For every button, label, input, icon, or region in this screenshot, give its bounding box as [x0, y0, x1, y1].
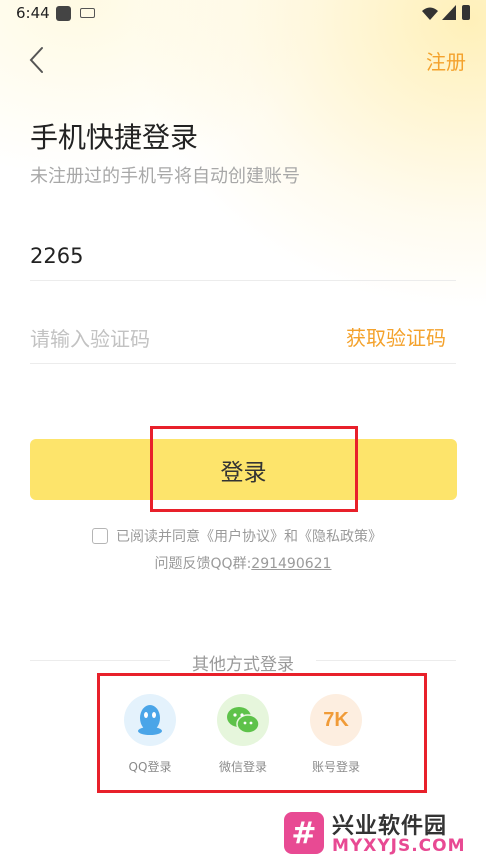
register-link[interactable]: 注册 [426, 46, 466, 75]
get-code-button[interactable]: 获取验证码 [346, 322, 446, 351]
agreement-and: 和 [284, 529, 298, 545]
phone-input[interactable] [30, 232, 456, 281]
battery-icon [462, 5, 470, 20]
page-title: 手机快捷登录 [30, 121, 199, 154]
chevron-left-icon [29, 47, 43, 73]
verification-code-input[interactable] [30, 316, 320, 362]
wifi-icon [422, 6, 438, 25]
signal-icon [442, 5, 456, 24]
keyboard-icon [80, 8, 95, 18]
agree-checkbox[interactable] [92, 528, 108, 544]
divider-right [316, 660, 456, 661]
social-highlight-box [97, 673, 427, 793]
login-highlight-box [150, 426, 358, 512]
code-input-divider [30, 363, 456, 364]
back-button[interactable] [26, 44, 50, 76]
feedback-row: 问题反馈QQ群:291490621 [0, 553, 486, 573]
qq-group-link[interactable]: 291490621 [251, 556, 331, 572]
watermark-en-text: MYXYJS.COM [332, 836, 466, 856]
watermark-logo-icon: # [284, 812, 324, 854]
agreement-row: 已阅读并同意 《用户协议》 和 《隐私政策》 [92, 526, 382, 546]
other-login-title: 其他方式登录 [192, 655, 294, 675]
feedback-label: 问题反馈QQ群: [154, 556, 252, 572]
page-subtitle: 未注册过的手机号将自动创建账号 [30, 166, 300, 187]
status-bar: 6:44 [0, 0, 486, 28]
app-notification-icon [56, 6, 71, 21]
user-agreement-link[interactable]: 《用户协议》 [200, 526, 284, 546]
agreement-prefix: 已阅读并同意 [116, 529, 200, 545]
privacy-policy-link[interactable]: 《隐私政策》 [298, 526, 382, 546]
watermark: # 兴业软件园 MYXYJS.COM [270, 806, 486, 864]
status-time: 6:44 [16, 4, 50, 22]
